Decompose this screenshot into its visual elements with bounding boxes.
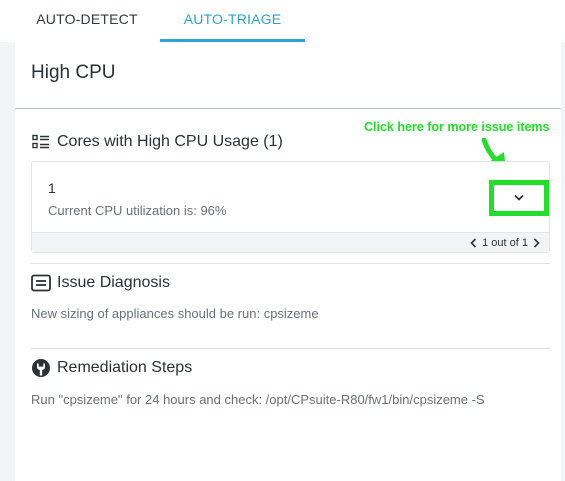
diagnosis-title: Issue Diagnosis	[57, 274, 170, 291]
remediation-title: Remediation Steps	[57, 359, 193, 376]
wrench-icon	[31, 358, 51, 378]
chevron-left-icon[interactable]	[465, 237, 482, 248]
list-icon	[31, 132, 51, 152]
right-gutter	[561, 42, 565, 481]
tab-auto-detect[interactable]: AUTO-DETECT	[16, 0, 158, 42]
issue-card: 1 Current CPU utilization is: 96% 1 out …	[31, 161, 550, 253]
cores-section-title: Cores with High CPU Usage (1)	[57, 133, 283, 150]
section-divider	[31, 348, 550, 349]
pager-text: 1 out of 1	[482, 236, 528, 249]
tab-bar: AUTO-DETECT AUTO-TRIAGE	[0, 0, 565, 42]
issue-number: 1	[48, 180, 56, 196]
issue-description: Current CPU utilization is: 96%	[48, 203, 227, 218]
tab-auto-triage[interactable]: AUTO-TRIAGE	[160, 0, 305, 42]
triage-panel: High CPU Cores with High CPU Usage (1) C…	[15, 42, 561, 481]
title-divider	[15, 108, 561, 109]
cores-section-heading: Cores with High CPU Usage (1)	[31, 132, 283, 152]
issue-pager: 1 out of 1	[32, 232, 549, 252]
remediation-section-heading: Remediation Steps	[31, 358, 192, 378]
diagnosis-section-heading: Issue Diagnosis	[31, 273, 170, 293]
section-divider	[31, 263, 550, 264]
page-title: High CPU	[31, 62, 116, 83]
remediation-text: Run "cpsizeme" for 24 hours and check: /…	[31, 392, 485, 407]
left-gutter	[0, 42, 15, 481]
message-icon	[31, 273, 51, 293]
expand-issues-button[interactable]	[489, 180, 549, 216]
annotation-text: Click here for more issue items	[364, 120, 550, 134]
chevron-right-icon[interactable]	[528, 237, 545, 248]
diagnosis-text: New sizing of appliances should be run: …	[31, 306, 319, 321]
chevron-down-icon	[513, 189, 525, 207]
